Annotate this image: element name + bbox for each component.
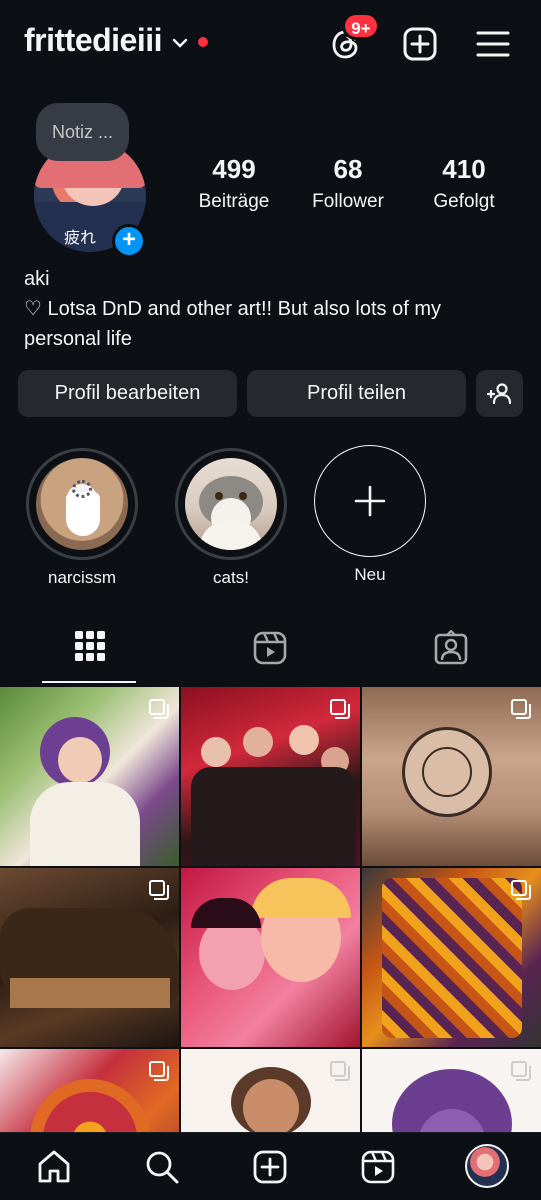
stat-posts[interactable]: 499 Beiträge [186,154,282,213]
highlight-cats[interactable]: cats! [175,448,287,588]
post-thumbnail[interactable] [0,1049,179,1137]
add-person-icon [486,382,511,404]
profile-header: frittedieiii 9+ [0,0,541,88]
followers-label: Follower [312,191,384,212]
chevron-down-icon[interactable] [172,38,188,48]
note-bubble[interactable]: Notiz ... [36,103,129,161]
posts-label: Beiträge [198,191,270,212]
nav-create[interactable] [250,1147,290,1187]
stat-following[interactable]: 410 Gefolgt [418,154,510,213]
stat-followers[interactable]: 68 Follower [302,154,394,213]
create-button[interactable] [400,24,440,64]
tagged-person-icon [434,630,468,665]
post-thumbnail[interactable] [181,868,360,1047]
highlight-cover [185,458,277,550]
highlight-label: Neu [354,565,386,584]
nav-search[interactable] [142,1147,182,1187]
highlight-ring [26,448,138,560]
multiple-images-icon [149,880,169,900]
menu-button[interactable] [473,24,513,64]
notification-badge: 9+ [342,12,380,40]
bio-text: ♡ Lotsa DnD and other art!! But also lot… [24,298,442,350]
nav-reels[interactable] [358,1147,398,1187]
unread-dot [198,36,209,47]
following-label: Gefolgt [433,191,495,212]
multiple-images-icon [511,1061,531,1081]
post-thumbnail[interactable] [362,1049,541,1137]
post-thumbnail[interactable] [181,687,360,866]
highlight-narcissm[interactable]: narcissm [26,448,138,588]
username[interactable]: frittedieiii [24,22,163,59]
hoodie-print: 疲れ [64,230,97,247]
tab-tagged[interactable] [361,620,541,686]
home-icon [38,1150,70,1183]
tab-reels[interactable] [180,620,360,686]
discover-people-button[interactable] [476,370,523,417]
following-count: 410 [442,154,486,184]
followers-count: 68 [333,154,363,184]
edit-profile-button[interactable]: Profil bearbeiten [18,370,237,417]
active-tab-indicator [42,681,136,683]
display-name: aki [24,268,50,290]
highlight-cover [36,458,128,550]
account-switcher[interactable]: frittedieiii [24,22,209,59]
reels-icon [361,1150,395,1184]
multiple-images-icon [330,1061,350,1081]
plus-square-icon [253,1150,287,1184]
post-thumbnail[interactable] [181,1049,360,1137]
multiple-images-icon [511,880,531,900]
nav-home[interactable] [34,1147,74,1187]
post-thumbnail[interactable] [362,868,541,1047]
content-tabs [0,620,541,686]
tab-posts[interactable] [0,620,180,686]
highlight-label: cats! [213,568,249,587]
multiple-images-icon [149,1061,169,1081]
post-thumbnail[interactable] [0,687,179,866]
multiple-images-icon [149,699,169,719]
highlight-label: narcissm [47,568,116,587]
post-thumbnail[interactable] [362,687,541,866]
plus-icon [354,485,386,517]
share-profile-button[interactable]: Profil teilen [247,370,466,417]
highlight-ring [175,448,287,560]
search-icon [146,1151,179,1184]
bottom-navigation [0,1132,541,1200]
new-highlight-button[interactable]: Neu [314,445,426,585]
grid-icon [75,631,105,661]
multiple-images-icon [330,699,350,719]
posts-count: 499 [212,154,256,184]
plus-square-icon [403,27,437,61]
post-thumbnail[interactable] [0,868,179,1047]
nav-profile-avatar[interactable] [465,1144,509,1188]
hamburger-menu-icon [476,31,510,57]
highlight-ring [314,445,426,557]
add-story-button[interactable]: + [112,224,146,258]
post-grid [0,687,541,1137]
reels-icon [253,631,287,665]
multiple-images-icon [511,699,531,719]
